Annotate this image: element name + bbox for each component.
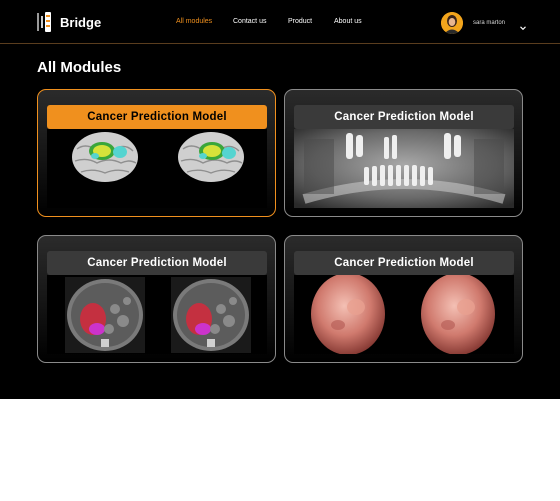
nav-contact-us[interactable]: Contact us: [233, 18, 266, 25]
dental-xray-image: [294, 129, 514, 208]
nav-product[interactable]: Product: [288, 18, 312, 25]
module-card-dental-xray[interactable]: Cancer Prediction Model: [284, 89, 523, 217]
abdominal-ct-image: [47, 275, 267, 354]
user-menu[interactable]: sara marton: [441, 12, 527, 34]
app-window: Bridge All modules Contact us Product Ab…: [0, 0, 560, 399]
module-card-abdominal-ct[interactable]: Cancer Prediction Model: [37, 235, 276, 363]
module-card-brain-mri[interactable]: Cancer Prediction Model: [37, 89, 276, 217]
avatar[interactable]: [441, 12, 463, 34]
module-title: Cancer Prediction Model: [294, 251, 514, 275]
top-nav-bar: Bridge All modules Contact us Product Ab…: [0, 0, 560, 44]
brain-mri-image: [47, 129, 267, 208]
module-title: Cancer Prediction Model: [47, 105, 267, 129]
page-title: All Modules: [37, 59, 122, 76]
user-name: sara marton: [473, 20, 506, 26]
module-card-endoscopy[interactable]: Cancer Prediction Model: [284, 235, 523, 363]
chevron-down-icon[interactable]: [519, 19, 527, 31]
module-title: Cancer Prediction Model: [294, 105, 514, 129]
endoscopy-image: [294, 275, 514, 354]
nav-about-us[interactable]: About us: [334, 18, 362, 25]
nav-all-modules[interactable]: All modules: [176, 18, 212, 25]
module-title: Cancer Prediction Model: [47, 251, 267, 275]
